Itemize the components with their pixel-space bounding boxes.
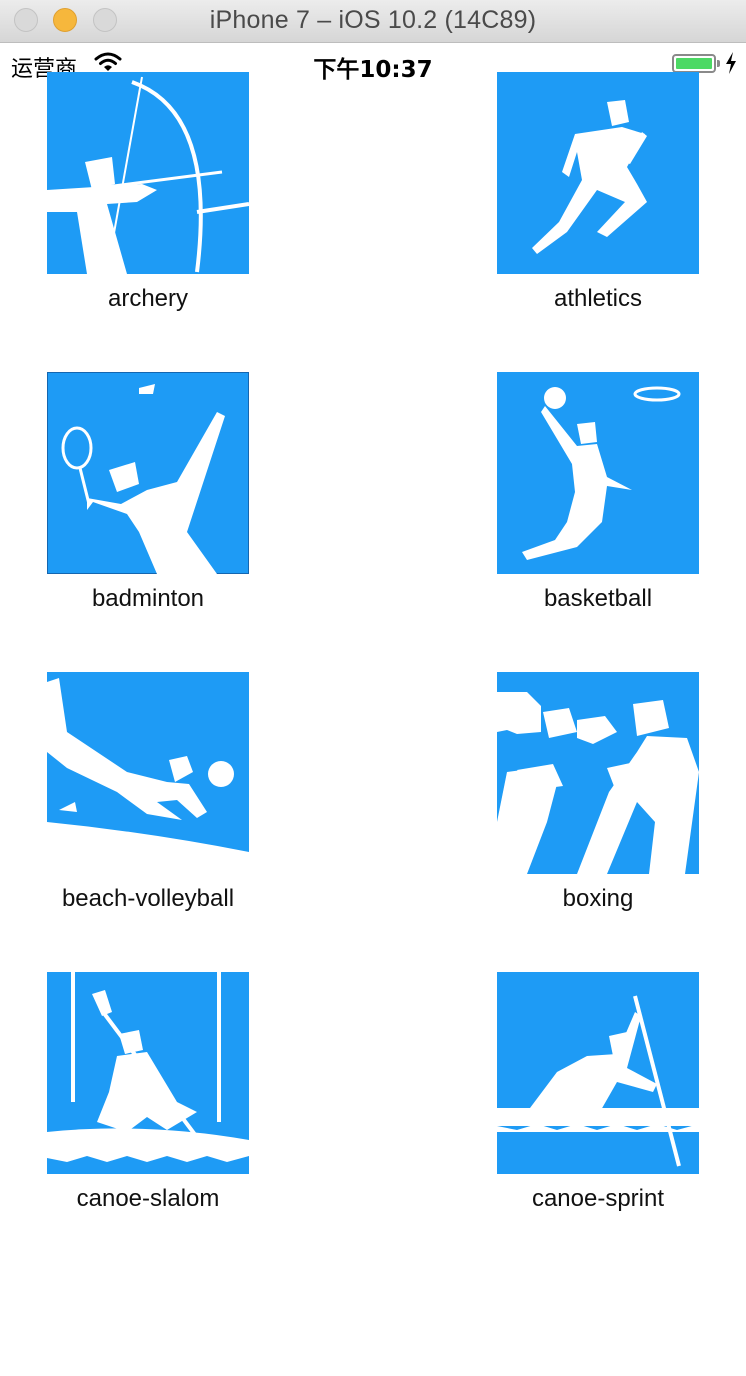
canoe-slalom-pictogram-icon <box>47 972 249 1174</box>
sport-label: badminton <box>91 585 205 612</box>
sport-label: athletics <box>553 285 643 312</box>
list-item[interactable]: athletics <box>448 72 746 313</box>
sport-label: basketball <box>543 585 653 612</box>
list-item[interactable]: beach-volleyball <box>0 672 298 913</box>
battery-icon <box>672 54 720 73</box>
beach-volleyball-pictogram-icon <box>47 672 249 874</box>
list-item[interactable]: canoe-slalom <box>0 972 298 1213</box>
simulator-title-bar: iPhone 7 – iOS 10.2 (14C89) <box>0 0 746 43</box>
sport-label: canoe-sprint <box>531 1185 665 1212</box>
window-title: iPhone 7 – iOS 10.2 (14C89) <box>209 6 537 34</box>
boxing-pictogram-icon <box>497 672 699 874</box>
list-item[interactable]: basketball <box>448 372 746 613</box>
list-item[interactable]: archery <box>0 72 298 313</box>
sport-label: boxing <box>562 885 634 912</box>
canoe-sprint-pictogram-icon <box>497 972 699 1174</box>
athletics-pictogram-icon <box>497 72 699 274</box>
list-item[interactable]: canoe-sprint <box>448 972 746 1213</box>
list-item[interactable]: badminton <box>0 372 298 613</box>
sport-label: beach-volleyball <box>61 885 235 912</box>
badminton-pictogram-icon <box>47 372 249 574</box>
sport-label: canoe-slalom <box>76 1185 220 1212</box>
list-item[interactable]: boxing <box>448 672 746 913</box>
sport-label: archery <box>107 285 189 312</box>
basketball-pictogram-icon <box>497 372 699 574</box>
archery-pictogram-icon <box>47 72 249 274</box>
